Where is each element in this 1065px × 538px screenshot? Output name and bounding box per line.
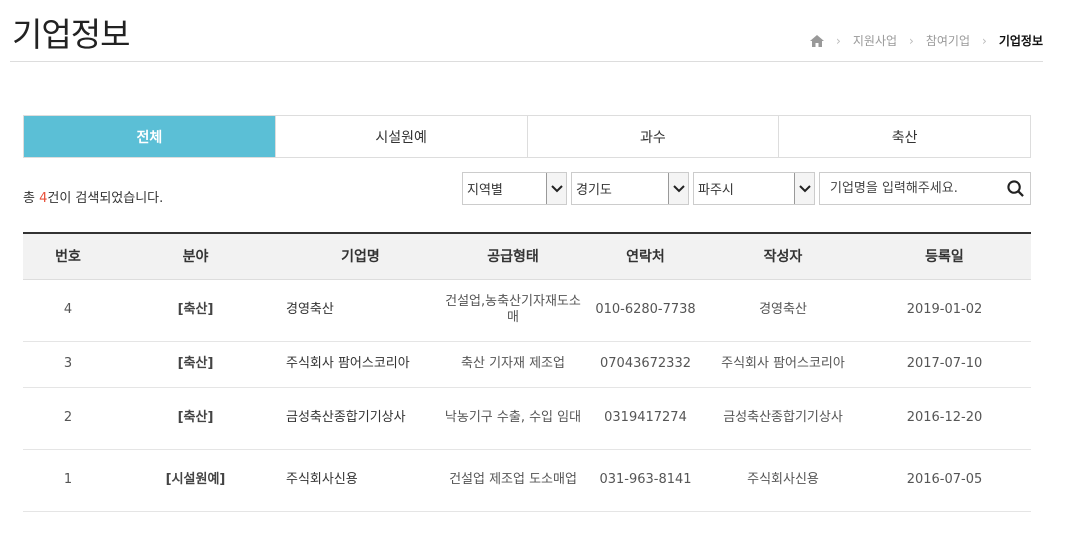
chevron-right-icon: › bbox=[909, 33, 914, 48]
company-table: 번호 분야 기업명 공급형태 연락처 작성자 등록일 4 [축산] 경영축산 건… bbox=[23, 232, 1031, 512]
chevron-right-icon: › bbox=[836, 33, 841, 48]
company-search-box bbox=[819, 172, 1031, 205]
chevron-down-icon bbox=[794, 173, 814, 204]
title-divider bbox=[10, 61, 1043, 62]
tab-livestock[interactable]: 축산 bbox=[779, 116, 1030, 157]
company-name[interactable]: 금성축산종합기기상사 bbox=[278, 387, 443, 450]
table-row[interactable]: 1 [시설원예] 주식회사신용 건설업 제조업 도소매업 031-963-814… bbox=[23, 449, 1031, 512]
col-number: 번호 bbox=[23, 233, 113, 280]
chevron-right-icon: › bbox=[982, 33, 987, 48]
table-header-row: 번호 분야 기업명 공급형태 연락처 작성자 등록일 bbox=[23, 233, 1031, 280]
company-name[interactable]: 주식회사신용 bbox=[278, 449, 443, 512]
col-category: 분야 bbox=[113, 233, 278, 280]
search-icon[interactable] bbox=[1000, 173, 1030, 204]
home-icon[interactable] bbox=[810, 34, 825, 47]
breadcrumb: › 지원사업 › 참여기업 › 기업정보 bbox=[810, 32, 1043, 49]
breadcrumb-item[interactable]: 지원사업 bbox=[853, 32, 897, 49]
company-name[interactable]: 경영축산 bbox=[278, 279, 443, 342]
chevron-down-icon bbox=[668, 173, 688, 204]
tab-greenhouse[interactable]: 시설원예 bbox=[276, 116, 528, 157]
breadcrumb-current: 기업정보 bbox=[998, 34, 1043, 48]
filter-bar: 지역별 경기도 파주시 bbox=[462, 172, 815, 205]
breadcrumb-item[interactable]: 참여기업 bbox=[926, 32, 970, 49]
table-row[interactable]: 3 [축산] 주식회사 팜어스코리아 축산 기자재 제조업 0704367233… bbox=[23, 341, 1031, 388]
col-contact: 연락처 bbox=[583, 233, 708, 280]
col-supply: 공급형태 bbox=[443, 233, 583, 280]
result-count: 총 4건이 검색되었습니다. bbox=[23, 191, 164, 206]
city-select[interactable]: 파주시 bbox=[693, 172, 815, 205]
company-search-input[interactable] bbox=[830, 181, 1000, 196]
tab-fruit[interactable]: 과수 bbox=[528, 116, 780, 157]
province-select[interactable]: 경기도 bbox=[571, 172, 689, 205]
table-row[interactable]: 2 [축산] 금성축산종합기기상사 낙농기구 수출, 수입 임대 0319417… bbox=[23, 387, 1031, 450]
table-row[interactable]: 4 [축산] 경영축산 건설업,농축산기자재도소매 010-6280-7738 … bbox=[23, 279, 1031, 342]
chevron-down-icon bbox=[546, 173, 566, 204]
category-tabs: 전체 시설원예 과수 축산 bbox=[23, 115, 1031, 158]
region-type-select[interactable]: 지역별 bbox=[462, 172, 567, 205]
tab-all[interactable]: 전체 bbox=[24, 116, 276, 157]
col-company: 기업명 bbox=[278, 233, 443, 280]
page-title: 기업정보 bbox=[12, 15, 130, 54]
company-name[interactable]: 주식회사 팜어스코리아 bbox=[278, 341, 443, 388]
col-author: 작성자 bbox=[708, 233, 858, 280]
col-date: 등록일 bbox=[858, 233, 1031, 280]
